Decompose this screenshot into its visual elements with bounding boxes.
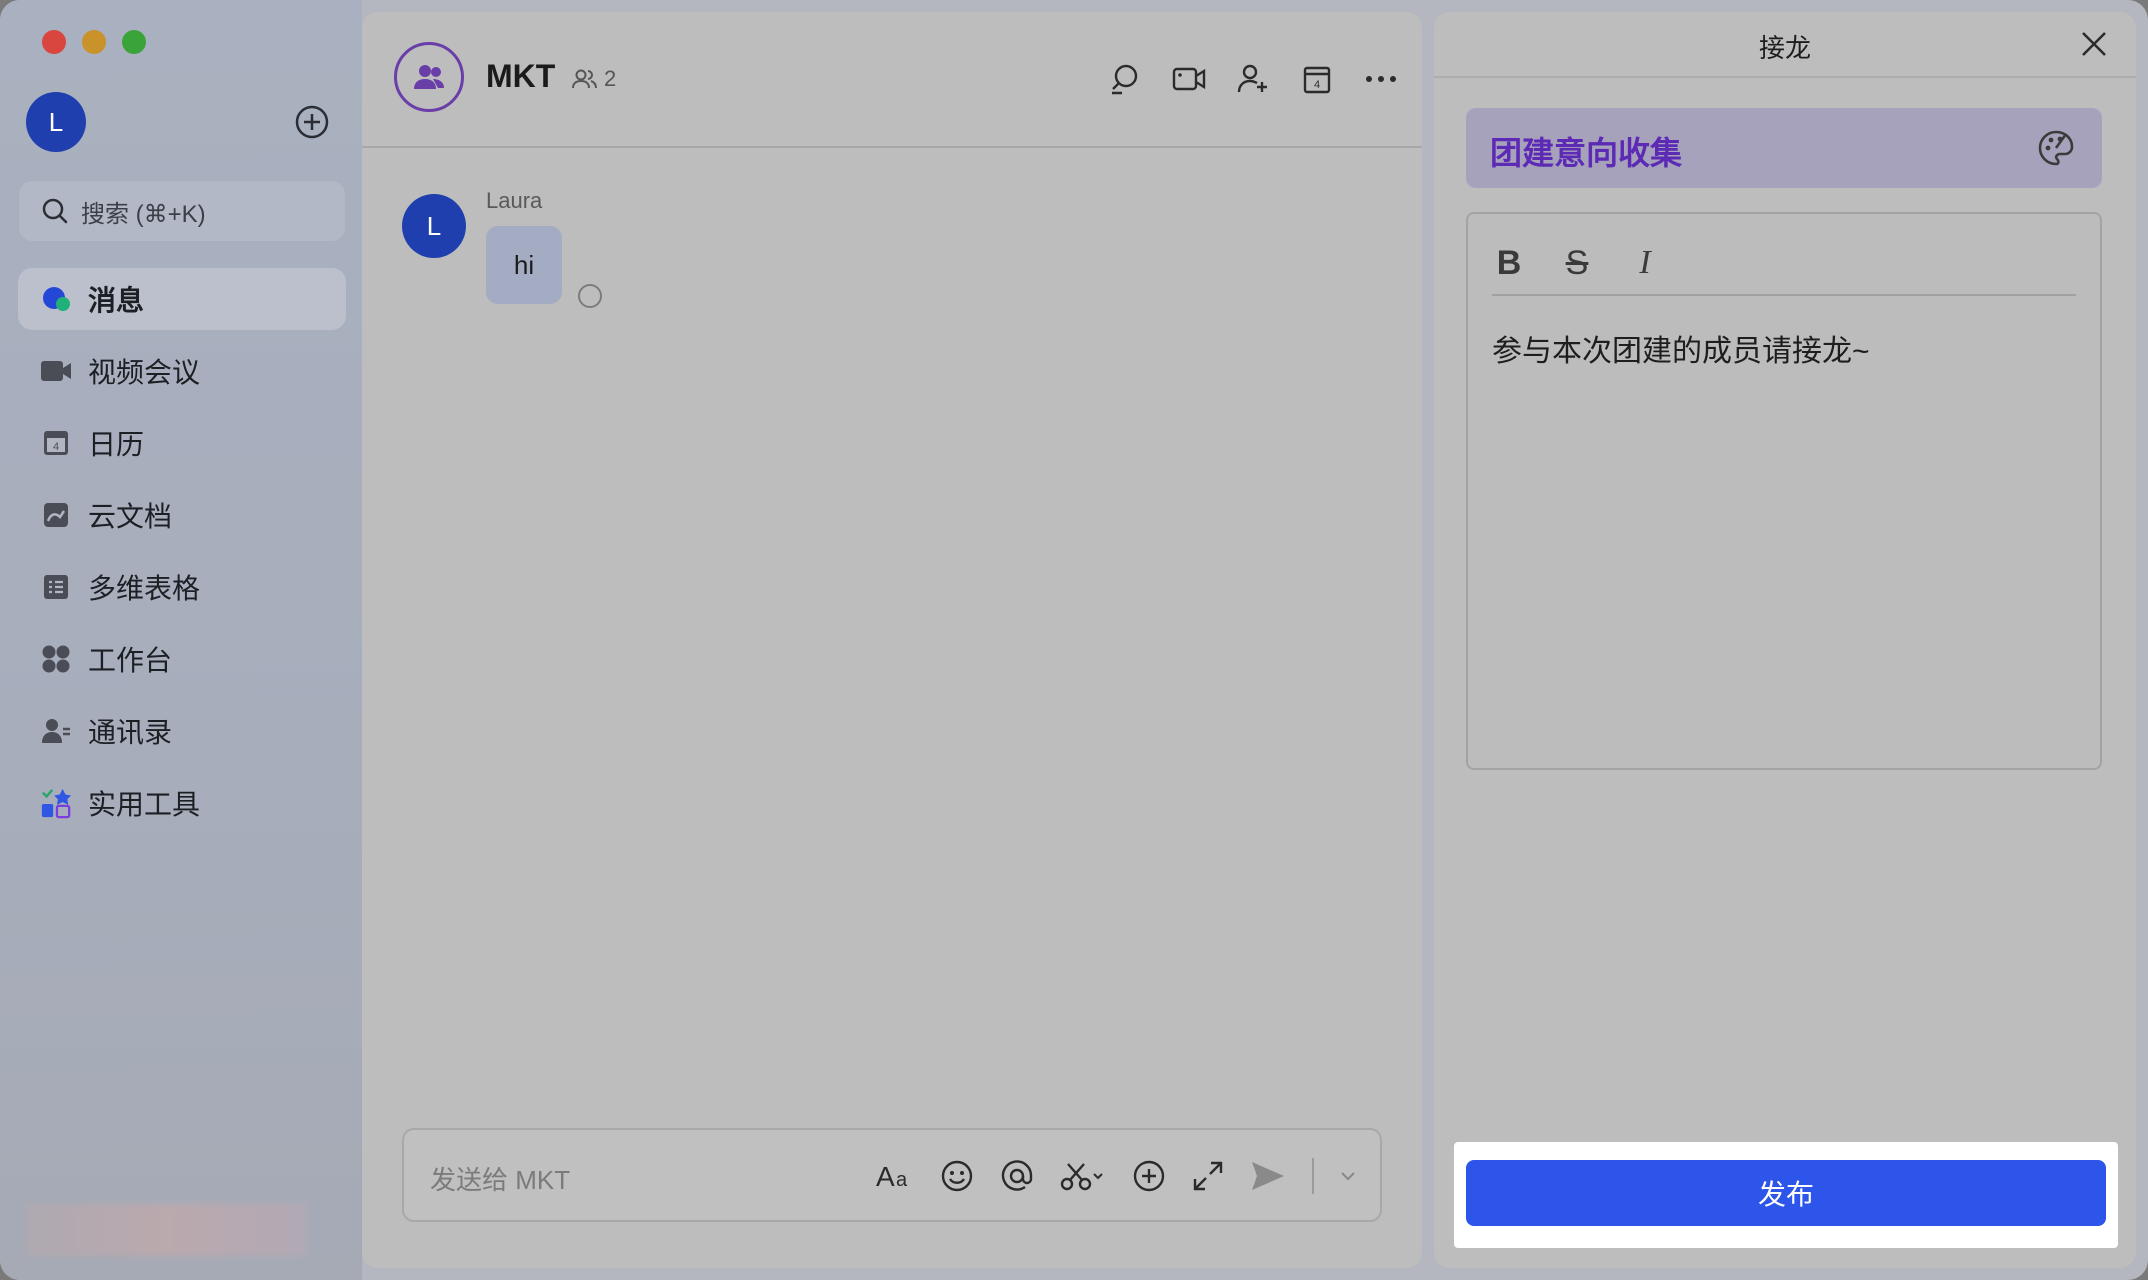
message-composer[interactable]: 发送给 MKT Aa (402, 1128, 1382, 1222)
relay-title: 接龙 (1758, 33, 1811, 63)
search-icon (42, 198, 68, 224)
composer-toolbar: Aa (876, 1158, 1356, 1194)
svg-text:a: a (896, 1169, 908, 1191)
close-icon[interactable] (2078, 28, 2110, 60)
text-format-icon[interactable]: Aa (876, 1158, 914, 1194)
search-chat-icon[interactable] (1108, 62, 1142, 96)
relay-topic-title[interactable]: 团建意向收集 (1490, 128, 1682, 174)
members-icon (572, 69, 597, 89)
sidebar: L 搜索 (⌘+K) 消息 视频会议 4 日历 云文档 多维表格 工作台 通讯录… (0, 0, 362, 1280)
more-icon[interactable] (1364, 62, 1398, 96)
sidebar-item-label: 日历 (88, 429, 145, 460)
editor-toolbar: B S I (1492, 232, 2076, 296)
minimize-window-button[interactable] (82, 30, 106, 54)
add-member-icon[interactable] (1236, 62, 1270, 96)
composer-placeholder: 发送给 MKT (430, 1165, 571, 1195)
workplace-icon (40, 643, 72, 675)
sidebar-item-calendar[interactable]: 4 日历 (18, 412, 346, 474)
chat-header: MKT 2 4 (362, 12, 1422, 148)
window-controls (42, 30, 146, 54)
sidebar-item-cloud-docs[interactable]: 云文档 (18, 484, 346, 546)
divider (1312, 1158, 1314, 1194)
avatar[interactable]: L (26, 92, 86, 152)
relay-theme-card[interactable]: 团建意向收集 (1466, 108, 2102, 188)
read-status-icon (578, 284, 602, 308)
screenshot-scissors-icon[interactable] (1060, 1158, 1106, 1194)
chevron-down-icon[interactable] (1340, 1158, 1356, 1194)
maximize-window-button[interactable] (122, 30, 146, 54)
video-meeting-icon (40, 355, 72, 387)
sidebar-item-label: 视频会议 (88, 357, 201, 388)
group-icon (414, 65, 444, 89)
sender-avatar[interactable]: L (402, 194, 466, 258)
publish-button[interactable]: 发布 (1466, 1160, 2106, 1226)
sidebar-item-label: 工作台 (88, 645, 173, 676)
publish-highlight: 发布 (1454, 1142, 2118, 1248)
sidebar-nav: 消息 视频会议 4 日历 云文档 多维表格 工作台 通讯录 实用工具 (18, 268, 346, 844)
message-bubble[interactable]: hi (486, 226, 562, 304)
cloud-doc-icon (40, 499, 72, 531)
close-window-button[interactable] (42, 30, 66, 54)
chat-panel: MKT 2 4 L Laura hi 发送给 MKT A a (362, 12, 1422, 1268)
message-icon (40, 283, 72, 315)
blurred-profile-area (26, 1204, 306, 1256)
group-avatar[interactable] (394, 42, 464, 112)
relay-description-editor[interactable]: B S I 参与本次团建的成员请接龙~ (1466, 212, 2102, 770)
sidebar-item-label: 通讯录 (88, 717, 173, 748)
sidebar-item-label: 实用工具 (88, 789, 201, 820)
calendar-icon: 4 (40, 427, 72, 459)
tools-icon (40, 787, 72, 819)
italic-button[interactable]: I (1628, 244, 1662, 281)
chat-title: MKT (486, 58, 556, 94)
mention-icon[interactable] (1000, 1158, 1034, 1194)
contacts-icon (40, 715, 72, 747)
sidebar-item-label: 多维表格 (88, 573, 201, 604)
sidebar-item-base[interactable]: 多维表格 (18, 556, 346, 618)
sidebar-item-video-meeting[interactable]: 视频会议 (18, 340, 346, 402)
relay-description-text[interactable]: 参与本次团建的成员请接龙~ (1492, 326, 1870, 370)
emoji-icon[interactable] (940, 1158, 974, 1194)
sidebar-item-contacts[interactable]: 通讯录 (18, 700, 346, 762)
add-attachment-icon[interactable] (1132, 1158, 1166, 1194)
base-table-icon (40, 571, 72, 603)
search-input[interactable]: 搜索 (⌘+K) (18, 180, 346, 242)
search-placeholder: 搜索 (⌘+K) (81, 200, 206, 228)
strikethrough-button[interactable]: S (1560, 244, 1594, 282)
chat-header-actions: 4 (1108, 62, 1398, 96)
svg-text:4: 4 (1314, 79, 1320, 91)
send-icon[interactable] (1250, 1158, 1286, 1194)
sidebar-item-messages[interactable]: 消息 (18, 268, 346, 330)
app-window: L 搜索 (⌘+K) 消息 视频会议 4 日历 云文档 多维表格 工作台 通讯录… (0, 0, 2148, 1280)
svg-text:4: 4 (53, 441, 59, 453)
palette-icon[interactable] (2036, 128, 2076, 168)
member-count[interactable]: 2 (572, 66, 616, 92)
relay-panel: 接龙 团建意向收集 B S I 参与本次团建的成员请接龙~ 发布 (1434, 12, 2136, 1268)
sidebar-item-tools[interactable]: 实用工具 (18, 772, 346, 834)
calendar-event-icon[interactable]: 4 (1300, 62, 1334, 96)
bold-button[interactable]: B (1492, 244, 1526, 282)
svg-text:A: A (876, 1161, 895, 1192)
video-call-icon[interactable] (1172, 62, 1206, 96)
relay-header: 接龙 (1434, 12, 2136, 78)
expand-icon[interactable] (1192, 1158, 1224, 1194)
sidebar-item-label: 云文档 (88, 501, 173, 532)
sidebar-item-label: 消息 (88, 285, 145, 316)
add-circle-icon[interactable] (294, 104, 330, 140)
sender-name: Laura (486, 188, 543, 213)
member-count-value: 2 (604, 66, 617, 91)
sidebar-item-workplace[interactable]: 工作台 (18, 628, 346, 690)
